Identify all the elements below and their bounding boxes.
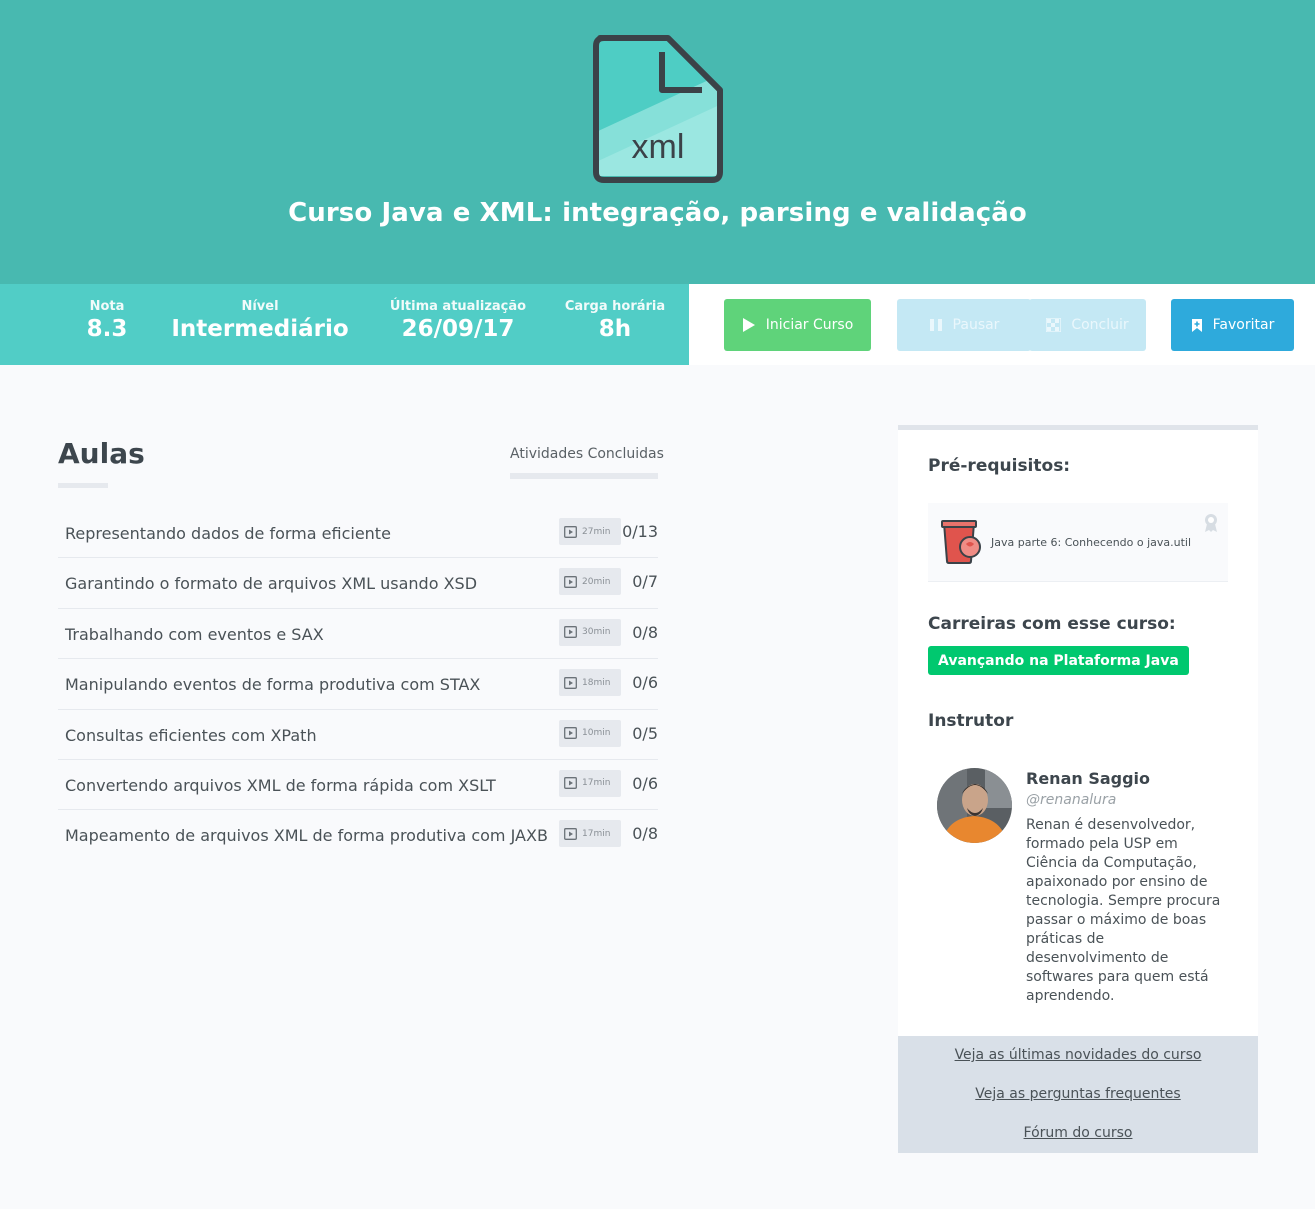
video-icon — [564, 626, 577, 639]
lesson-progress: 0/7 — [632, 572, 658, 592]
pause-label: Pausar — [952, 317, 1000, 333]
completed-activities-underline — [510, 473, 658, 479]
lesson-duration: 10min — [559, 719, 621, 747]
lesson-name[interactable]: Trabalhando com eventos e SAX — [65, 625, 324, 644]
lesson-row[interactable]: Manipulando eventos de forma produtiva c… — [58, 659, 658, 710]
course-links: Veja as últimas novidades do curso Veja … — [898, 1036, 1258, 1153]
lesson-row[interactable]: Representando dados de forma eficiente 2… — [58, 508, 658, 559]
lesson-duration: 18min — [559, 669, 621, 697]
duration-text: 20min — [582, 576, 611, 587]
faq-link[interactable]: Veja as perguntas frequentes — [898, 1086, 1258, 1102]
stat-level: Nível Intermediário — [165, 299, 355, 342]
stat-last-update: Última atualização 26/09/17 — [383, 299, 533, 342]
duration-text: 17min — [582, 828, 611, 839]
video-icon — [564, 575, 577, 588]
stat-value: 26/09/17 — [401, 316, 515, 342]
lesson-name[interactable]: Mapeamento de arquivos XML de forma prod… — [65, 826, 548, 845]
prerequisites-heading: Pré-requisitos: — [928, 456, 1071, 476]
lesson-progress: 0/8 — [632, 622, 658, 642]
instructor-photo — [937, 768, 1012, 843]
instructor-handle: @renanalura — [1026, 792, 1117, 808]
stat-label: Nível — [241, 299, 279, 314]
duration-text: 30min — [582, 627, 611, 638]
stat-value: Intermediário — [171, 316, 349, 342]
duration-text: 27min — [582, 526, 611, 537]
completed-activities-label: Atividades Concluidas — [510, 446, 664, 462]
lesson-row[interactable]: Garantindo o formato de arquivos XML usa… — [58, 558, 658, 609]
course-hero: xml Curso Java e XML: integração, parsin… — [0, 0, 1315, 284]
careers-heading: Carreiras com esse curso: — [928, 614, 1176, 634]
career-badge[interactable]: Avançando na Plataforma Java — [928, 646, 1189, 675]
lesson-row[interactable]: Consultas eficientes com XPath 10min 0/5 — [58, 710, 658, 760]
lesson-progress: 0/5 — [632, 723, 658, 743]
stat-label: Carga horária — [564, 299, 666, 314]
lesson-name[interactable]: Consultas eficientes com XPath — [65, 726, 317, 745]
duration-text: 17min — [582, 778, 611, 789]
lesson-duration: 27min — [559, 518, 621, 545]
favorite-button[interactable]: Favoritar — [1171, 299, 1294, 351]
prerequisite-course-title[interactable]: Java parte 6: Conhecendo o java.util — [991, 536, 1191, 549]
lesson-name[interactable]: Convertendo arquivos XML de forma rápida… — [65, 776, 496, 795]
video-icon — [564, 727, 577, 740]
course-title: Curso Java e XML: integração, parsing e … — [288, 198, 1027, 228]
course-sidebar: Pré-requisitos: Java parte 6: Conhecendo… — [898, 425, 1258, 1153]
lesson-list: Representando dados de forma eficiente 2… — [58, 508, 658, 861]
stat-rating: Nota 8.3 — [62, 299, 152, 342]
pause-icon — [929, 319, 942, 331]
lesson-duration: 30min — [559, 618, 621, 646]
instructor-bio: Renan é desenvolvedor, formado pela USP … — [1026, 817, 1221, 1004]
stat-workload: Carga horária 8h — [560, 299, 670, 342]
medal-icon — [1205, 514, 1217, 532]
course-stats: Nota 8.3 Nível Intermediário Última atua… — [0, 284, 689, 365]
bookmark-icon — [1191, 318, 1202, 332]
checkered-flag-icon — [1046, 318, 1062, 332]
heading-underline — [58, 483, 108, 488]
lesson-progress: 0/6 — [632, 773, 658, 793]
lessons-heading: Aulas — [58, 437, 145, 470]
lesson-row[interactable]: Convertendo arquivos XML de forma rápida… — [58, 760, 658, 811]
lesson-progress: 0/8 — [632, 824, 658, 844]
xml-file-icon: xml — [593, 35, 723, 183]
lesson-duration: 17min — [559, 769, 621, 797]
video-icon — [564, 777, 577, 790]
lesson-progress: 0/6 — [632, 673, 658, 693]
prerequisite-course-card[interactable]: Java parte 6: Conhecendo o java.util — [928, 503, 1228, 582]
course-news-link[interactable]: Veja as últimas novidades do curso — [898, 1047, 1258, 1063]
finish-button[interactable]: Concluir — [1029, 299, 1146, 351]
stat-value: 8.3 — [86, 316, 128, 342]
instructor-name[interactable]: Renan Saggio — [1026, 769, 1150, 788]
lesson-row[interactable]: Trabalhando com eventos e SAX 30min 0/8 — [58, 609, 658, 660]
finish-label: Concluir — [1071, 317, 1129, 333]
svg-text:xml: xml — [632, 128, 685, 166]
lesson-row[interactable]: Mapeamento de arquivos XML de forma prod… — [58, 810, 658, 860]
video-icon — [564, 676, 577, 689]
course-actions: Iniciar Curso Pausar Concluir Favoritar — [689, 284, 1315, 365]
stat-label: Nota — [89, 299, 125, 314]
lesson-name[interactable]: Garantindo o formato de arquivos XML usa… — [65, 574, 477, 593]
favorite-label: Favoritar — [1212, 317, 1275, 333]
pause-button[interactable]: Pausar — [897, 299, 1031, 351]
course-forum-link[interactable]: Fórum do curso — [898, 1125, 1258, 1141]
video-icon — [564, 525, 577, 538]
play-icon — [742, 318, 755, 332]
lesson-name[interactable]: Representando dados de forma eficiente — [65, 524, 391, 543]
lesson-name[interactable]: Manipulando eventos de forma produtiva c… — [65, 675, 480, 694]
lesson-duration: 20min — [559, 568, 621, 596]
duration-text: 18min — [582, 677, 611, 688]
java-cup-icon — [941, 520, 981, 564]
duration-text: 10min — [582, 728, 611, 739]
stat-label: Última atualização — [389, 299, 527, 314]
video-icon — [564, 827, 577, 840]
avatar — [937, 768, 1012, 843]
stat-value: 8h — [598, 316, 632, 342]
lesson-duration: 17min — [559, 820, 621, 848]
start-course-label: Iniciar Curso — [765, 317, 854, 333]
start-course-button[interactable]: Iniciar Curso — [724, 299, 871, 351]
lesson-progress: 0/13 — [622, 522, 658, 541]
instructor-heading: Instrutor — [928, 711, 1014, 731]
